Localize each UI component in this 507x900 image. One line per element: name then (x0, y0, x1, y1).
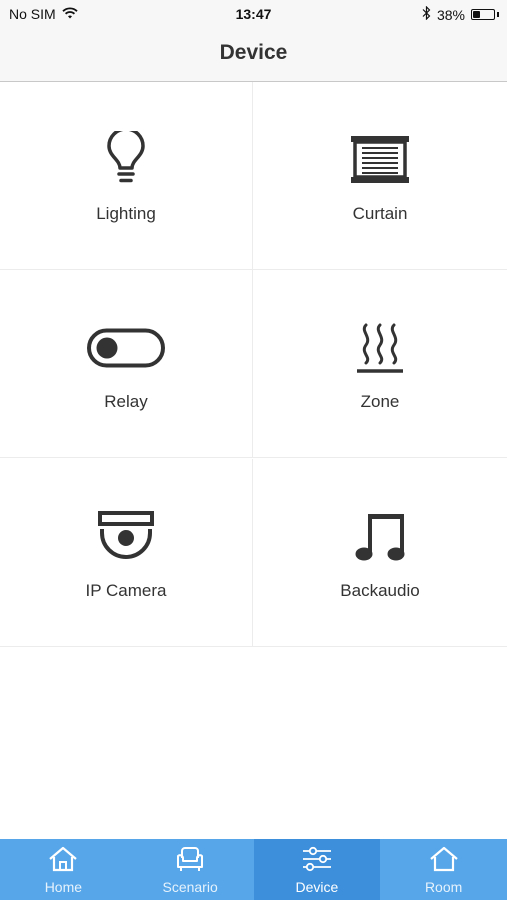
tab-label: Scenario (162, 879, 218, 895)
device-label: IP Camera (85, 581, 167, 600)
device-label: Lighting (96, 204, 156, 223)
status-bar: No SIM 13:47 38% (0, 0, 507, 28)
lightbulb-icon (0, 130, 252, 190)
battery-icon (471, 9, 495, 20)
room-icon (380, 846, 507, 874)
tab-scenario[interactable]: Scenario (127, 839, 254, 900)
page-title: Device (219, 41, 288, 64)
tab-device[interactable]: Device (253, 839, 381, 900)
device-tile-lighting[interactable]: Lighting (0, 82, 253, 270)
device-tile-ip-camera[interactable]: IP Camera (0, 459, 253, 647)
device-label: Relay (104, 392, 148, 411)
tab-label: Device (295, 879, 339, 895)
device-label: Zone (360, 392, 400, 411)
music-note-icon (253, 507, 507, 567)
home-icon (0, 846, 127, 874)
device-label: Backaudio (340, 581, 420, 600)
sliders-icon (254, 846, 381, 874)
device-tile-curtain[interactable]: Curtain (253, 82, 507, 270)
tab-label: Home (44, 879, 83, 895)
tab-room[interactable]: Room (380, 839, 507, 900)
toggle-icon (0, 318, 252, 378)
navigation-bar: Device (0, 28, 507, 82)
tab-home[interactable]: Home (0, 839, 127, 900)
armchair-icon (127, 846, 254, 874)
device-tile-zone[interactable]: Zone (253, 270, 507, 458)
battery-fill (473, 11, 480, 18)
tab-label: Room (424, 879, 463, 895)
device-tile-backaudio[interactable]: Backaudio (253, 459, 507, 647)
camera-icon (0, 507, 252, 567)
status-right: 38% (422, 5, 499, 23)
tab-bar: Home Scenario Device Room (0, 839, 507, 900)
bluetooth-icon (422, 5, 431, 23)
battery-cap (497, 12, 499, 17)
device-tile-relay[interactable]: Relay (0, 270, 253, 458)
curtain-icon (253, 130, 507, 190)
device-label: Curtain (352, 204, 408, 223)
battery-percent: 38% (436, 6, 465, 23)
heating-icon (253, 318, 507, 378)
